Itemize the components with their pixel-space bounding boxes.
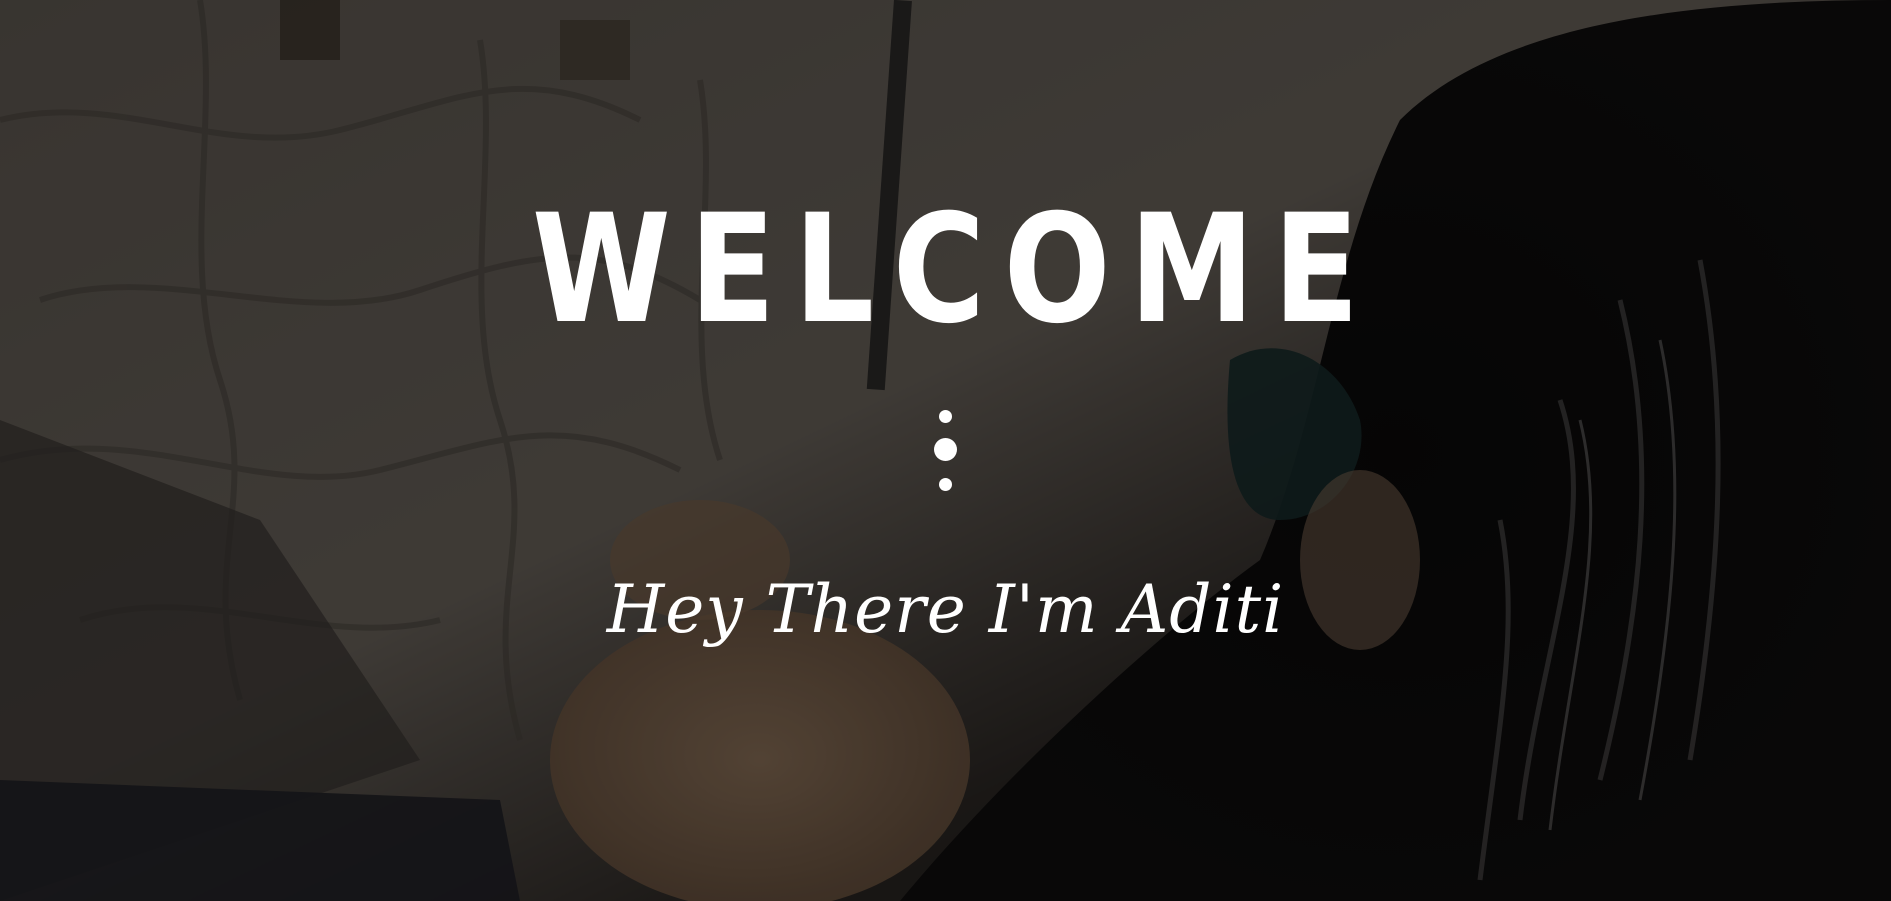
vertical-dots-icon	[930, 408, 960, 498]
dot-small-top	[939, 410, 952, 423]
dot-large-middle	[934, 438, 957, 461]
hero-subtitle: Hey There I'm Aditi	[606, 571, 1285, 648]
hero-title: WELCOME	[531, 183, 1378, 357]
hero-content: WELCOME Hey There I'm Aditi	[0, 0, 1891, 901]
dot-small-bottom	[939, 478, 952, 491]
hero-section: WELCOME Hey There I'm Aditi	[0, 0, 1891, 901]
